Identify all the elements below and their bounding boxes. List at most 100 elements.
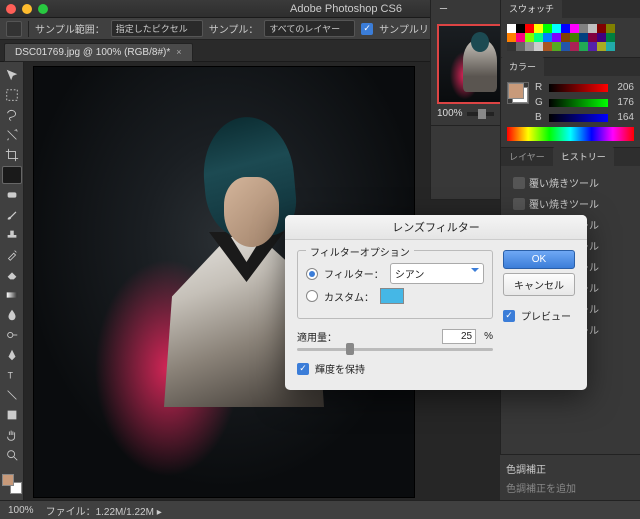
swatch[interactable] (588, 33, 597, 42)
close-window-button[interactable] (6, 4, 16, 14)
swatch[interactable] (543, 33, 552, 42)
swatch[interactable] (606, 42, 615, 51)
swatch[interactable] (534, 24, 543, 33)
brush-tool[interactable] (2, 206, 22, 224)
eraser-tool[interactable] (2, 266, 22, 284)
density-input[interactable]: 25 (442, 329, 476, 344)
history-tab[interactable]: ヒストリー (553, 147, 614, 166)
density-unit: % (484, 331, 493, 342)
b-slider[interactable] (549, 114, 608, 122)
foreground-color[interactable] (2, 474, 14, 486)
crop-tool[interactable] (2, 146, 22, 164)
swatch[interactable] (579, 42, 588, 51)
filter-options-legend: フィルターオプション (306, 244, 414, 259)
swatch[interactable] (516, 42, 525, 51)
layers-tab[interactable]: レイヤー (501, 147, 553, 166)
swatch[interactable] (597, 24, 606, 33)
close-tab-icon[interactable]: × (176, 47, 181, 57)
sample-layers-select[interactable]: すべてのレイヤー (264, 20, 355, 37)
zoom-window-button[interactable] (38, 4, 48, 14)
color-tab[interactable]: カラー (501, 57, 544, 76)
hand-tool[interactable] (2, 426, 22, 444)
swatch[interactable] (525, 42, 534, 51)
swatch[interactable] (597, 33, 606, 42)
swatch[interactable] (534, 33, 543, 42)
svg-text:T: T (7, 371, 13, 381)
swatches-tab[interactable]: スウォッチ (501, 0, 562, 18)
move-tool[interactable] (2, 66, 22, 84)
swatch[interactable] (516, 24, 525, 33)
swatch[interactable] (570, 42, 579, 51)
sample-range-select[interactable]: 指定したピクセル (111, 20, 203, 37)
history-item[interactable]: 覆い焼きツール (507, 193, 634, 214)
swatch[interactable] (588, 24, 597, 33)
g-slider[interactable] (549, 99, 608, 107)
tools-panel: T (0, 62, 24, 500)
swatch[interactable] (606, 24, 615, 33)
swatch[interactable] (606, 33, 615, 42)
r-slider[interactable] (549, 84, 608, 92)
marquee-tool[interactable] (2, 86, 22, 104)
swatch[interactable] (543, 24, 552, 33)
eyedropper-tool[interactable] (2, 166, 22, 184)
filter-select[interactable]: シアン (390, 263, 484, 284)
swatch[interactable] (552, 33, 561, 42)
dodge-tool[interactable] (2, 326, 22, 344)
swatch[interactable] (561, 24, 570, 33)
swatch[interactable] (552, 42, 561, 51)
swatch[interactable] (525, 33, 534, 42)
swatch[interactable] (570, 24, 579, 33)
pen-tool[interactable] (2, 346, 22, 364)
shape-tool[interactable] (2, 406, 22, 424)
swatch[interactable] (534, 42, 543, 51)
swatch[interactable] (507, 42, 516, 51)
preserve-luminosity-label: 輝度を保持 (315, 361, 365, 376)
zoom-tool[interactable] (2, 446, 22, 464)
status-bar: 100% ファイル：1.22M/1.22M ▸ (0, 500, 640, 519)
filter-radio[interactable] (306, 268, 318, 280)
swatch[interactable] (579, 24, 588, 33)
custom-label: カスタム： (324, 289, 374, 304)
swatch[interactable] (561, 33, 570, 42)
swatch[interactable] (597, 42, 606, 51)
blur-tool[interactable] (2, 306, 22, 324)
custom-radio[interactable] (306, 290, 318, 302)
minimize-window-button[interactable] (22, 4, 32, 14)
cancel-button[interactable]: キャンセル (503, 273, 575, 296)
type-tool[interactable]: T (2, 366, 22, 384)
spectrum-bar[interactable] (507, 127, 634, 141)
gradient-tool[interactable] (2, 286, 22, 304)
swatches-grid[interactable] (507, 24, 634, 51)
status-zoom[interactable]: 100% (8, 505, 34, 516)
swatch[interactable] (588, 42, 597, 51)
navigator-tab[interactable]: ナビゲーター (431, 0, 500, 18)
ok-button[interactable]: OK (503, 250, 575, 269)
add-adjustment-label[interactable]: 色調補正を追加 (506, 480, 634, 495)
navigator-zoom-slider[interactable] (467, 112, 494, 116)
swatch[interactable] (552, 24, 561, 33)
swatch[interactable] (507, 33, 516, 42)
wand-tool[interactable] (2, 126, 22, 144)
heal-tool[interactable] (2, 186, 22, 204)
color-swatches[interactable] (2, 474, 22, 494)
density-slider[interactable] (297, 348, 493, 351)
stamp-tool[interactable] (2, 226, 22, 244)
color-preview[interactable] (507, 82, 529, 104)
swatch[interactable] (507, 24, 516, 33)
preserve-luminosity-checkbox[interactable] (297, 363, 309, 375)
document-tab[interactable]: DSC01769.jpg @ 100% (RGB/8#)* × (4, 43, 193, 62)
preview-checkbox[interactable] (503, 310, 515, 322)
path-tool[interactable] (2, 386, 22, 404)
custom-color-swatch[interactable] (380, 288, 404, 304)
document-tab-label: DSC01769.jpg @ 100% (RGB/8#)* (15, 47, 170, 58)
swatch[interactable] (561, 42, 570, 51)
history-item[interactable]: 覆い焼きツール (507, 172, 634, 193)
swatch[interactable] (516, 33, 525, 42)
show-sample-ring-checkbox[interactable] (361, 23, 373, 35)
swatch[interactable] (579, 33, 588, 42)
swatch[interactable] (543, 42, 552, 51)
lasso-tool[interactable] (2, 106, 22, 124)
swatch[interactable] (525, 24, 534, 33)
swatch[interactable] (570, 33, 579, 42)
history-brush-tool[interactable] (2, 246, 22, 264)
